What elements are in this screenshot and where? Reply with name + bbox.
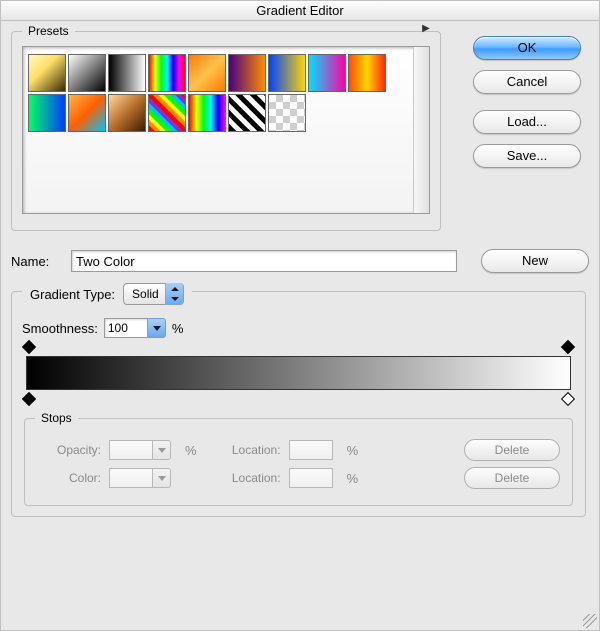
color-stop-left[interactable] (22, 392, 36, 406)
preset-swatch[interactable] (268, 54, 306, 92)
color-stop-right[interactable] (561, 392, 575, 406)
color-control (109, 468, 171, 488)
gradient-type-value: Solid (132, 287, 159, 301)
opacity-stop-right[interactable] (561, 340, 575, 354)
name-row: Name: New (11, 249, 589, 273)
gradient-type-group: Gradient Type: Solid Smoothness: % (11, 291, 586, 517)
presets-swatch-area[interactable] (23, 47, 413, 213)
smoothness-row: Smoothness: % (22, 318, 573, 338)
opacity-delete-button: Delete (464, 439, 560, 461)
preset-swatch[interactable] (68, 94, 106, 132)
gradient-type-legend: Gradient Type: Solid (22, 283, 192, 305)
opacity-location-input (289, 440, 333, 460)
updown-arrows-icon (165, 283, 183, 305)
preset-swatch[interactable] (188, 94, 226, 132)
preset-swatch[interactable] (68, 54, 106, 92)
color-delete-button: Delete (464, 467, 560, 489)
cancel-button[interactable]: Cancel (473, 70, 581, 94)
new-button[interactable]: New (481, 249, 589, 273)
gradient-type-select[interactable]: Solid (123, 283, 184, 305)
preset-swatch[interactable] (268, 94, 306, 132)
name-label: Name: (11, 254, 71, 269)
chevron-down-icon (153, 468, 171, 488)
preset-swatch[interactable] (228, 94, 266, 132)
action-button-column: OK Cancel Load... Save... (473, 36, 581, 178)
smoothness-control[interactable] (104, 318, 166, 338)
dialog-title: Gradient Editor (256, 3, 343, 18)
preset-swatch[interactable] (308, 54, 346, 92)
preset-swatch[interactable] (348, 54, 386, 92)
preset-swatch[interactable] (28, 54, 66, 92)
color-location-unit: % (347, 471, 359, 486)
presets-legend: Presets (22, 24, 75, 38)
smoothness-input[interactable] (104, 318, 148, 338)
gradient-editor-dialog: Gradient Editor OK Cancel Load... Save..… (0, 0, 600, 631)
preset-swatch[interactable] (188, 54, 226, 92)
stops-legend: Stops (35, 411, 78, 425)
opacity-location-label: Location: (217, 443, 281, 457)
color-location-label: Location: (217, 471, 281, 485)
color-location-input (289, 468, 333, 488)
opacity-location-unit: % (347, 443, 359, 458)
opacity-unit: % (185, 443, 197, 458)
gradient-type-label: Gradient Type: (30, 287, 115, 302)
opacity-stop-row: Opacity: % Location: % Delete (37, 439, 560, 461)
presets-group: Presets ▶ (11, 31, 441, 231)
color-stop-row: Color: % Location: % Delete (37, 467, 560, 489)
load-button[interactable]: Load... (473, 110, 581, 134)
chevron-down-icon (153, 440, 171, 460)
opacity-input (109, 440, 153, 460)
dialog-content: OK Cancel Load... Save... Presets ▶ Name… (1, 21, 599, 630)
resize-grip-icon[interactable] (583, 614, 597, 628)
name-input[interactable] (71, 250, 457, 272)
color-label: Color: (37, 471, 101, 485)
presets-well (22, 46, 430, 214)
save-button[interactable]: Save... (473, 144, 581, 168)
opacity-label: Opacity: (37, 443, 101, 457)
preset-swatch[interactable] (228, 54, 266, 92)
stops-group: Stops Opacity: % Location: % Delete Colo… (24, 418, 573, 506)
ok-button[interactable]: OK (473, 36, 581, 60)
preset-swatch[interactable] (108, 94, 146, 132)
gradient-bar[interactable] (26, 356, 571, 390)
preset-swatch[interactable] (148, 94, 186, 132)
preset-swatch[interactable] (148, 54, 186, 92)
opacity-control (109, 440, 171, 460)
color-swatch-input (109, 468, 153, 488)
gradient-preview[interactable] (26, 356, 571, 390)
presets-menu-icon[interactable]: ▶ (418, 22, 434, 38)
preset-swatch[interactable] (108, 54, 146, 92)
title-bar: Gradient Editor (1, 1, 599, 21)
smoothness-label: Smoothness: (22, 321, 98, 336)
opacity-stop-left[interactable] (22, 340, 36, 354)
presets-scrollbar[interactable] (413, 47, 429, 213)
chevron-down-icon[interactable] (148, 318, 166, 338)
smoothness-unit: % (172, 321, 184, 336)
preset-swatch[interactable] (28, 94, 66, 132)
